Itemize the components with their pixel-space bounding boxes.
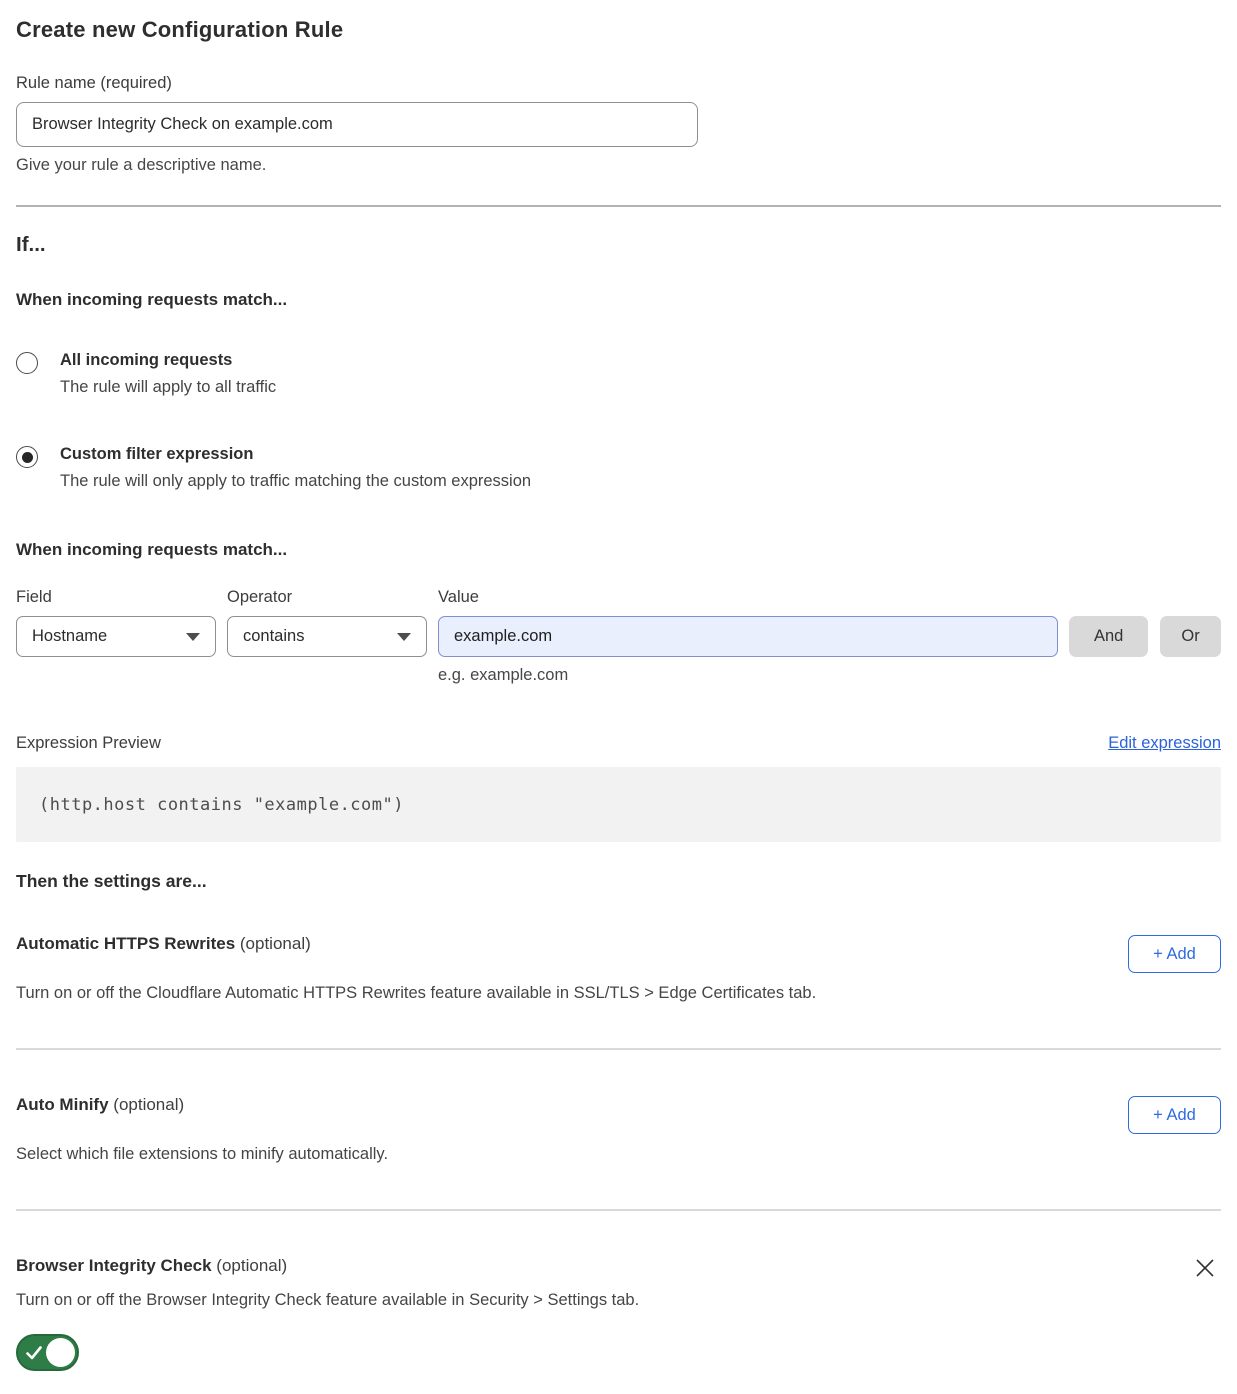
then-settings-heading: Then the settings are... [16, 871, 1221, 892]
optional-tag: (optional) [216, 1256, 287, 1275]
add-auto-minify-button[interactable]: + Add [1128, 1096, 1221, 1134]
radio-all-requests[interactable] [16, 352, 38, 374]
setting-title: Auto Minify (optional) [16, 1095, 184, 1115]
radio-all-requests-description: The rule will apply to all traffic [60, 378, 276, 397]
radio-option-all-requests[interactable]: All incoming requests The rule will appl… [16, 351, 1221, 397]
or-button[interactable]: Or [1160, 616, 1220, 657]
remove-browser-integrity-check-button[interactable] [1194, 1258, 1216, 1280]
toggle-knob [46, 1338, 75, 1367]
radio-custom-filter-description: The rule will only apply to traffic matc… [60, 472, 531, 491]
field-label: Field [16, 588, 227, 607]
field-select[interactable]: Hostname [16, 616, 216, 657]
radio-custom-filter[interactable] [16, 446, 38, 468]
value-input[interactable] [438, 616, 1058, 657]
setting-description: Turn on or off the Browser Integrity Che… [16, 1291, 1221, 1310]
page-title: Create new Configuration Rule [16, 17, 1221, 43]
optional-tag: (optional) [113, 1095, 184, 1114]
expression-preview-label: Expression Preview [16, 734, 161, 753]
setting-description: Turn on or off the Cloudflare Automatic … [16, 984, 1221, 1003]
rule-name-label: Rule name (required) [16, 74, 1221, 93]
setting-browser-integrity-check: Browser Integrity Check (optional) Turn … [16, 1256, 1221, 1376]
value-help: e.g. example.com [438, 666, 1221, 685]
radio-custom-filter-label: Custom filter expression [60, 445, 531, 464]
setting-auto-minify: Auto Minify (optional) + Add Select whic… [16, 1095, 1221, 1164]
optional-tag: (optional) [240, 934, 311, 953]
setting-description: Select which file extensions to minify a… [16, 1145, 1221, 1164]
rule-name-input[interactable] [16, 102, 698, 147]
radio-all-requests-label: All incoming requests [60, 351, 276, 370]
create-configuration-rule-form: Create new Configuration Rule Rule name … [0, 17, 1237, 1376]
browser-integrity-check-toggle[interactable] [16, 1334, 79, 1371]
operator-select-value: contains [243, 627, 304, 646]
close-icon [1195, 1258, 1215, 1278]
builder-heading: When incoming requests match... [16, 540, 1221, 560]
and-button[interactable]: And [1069, 616, 1148, 657]
setting-title: Automatic HTTPS Rewrites (optional) [16, 934, 311, 954]
check-icon [26, 1346, 42, 1360]
expression-preview-code: (http.host contains "example.com") [16, 767, 1221, 842]
section-divider [16, 1209, 1221, 1211]
setting-title: Browser Integrity Check (optional) [16, 1256, 287, 1276]
operator-select[interactable]: contains [227, 616, 427, 657]
edit-expression-link[interactable]: Edit expression [1108, 734, 1221, 753]
rule-name-help: Give your rule a descriptive name. [16, 156, 1221, 175]
value-label: Value [438, 588, 479, 607]
operator-label: Operator [227, 588, 438, 607]
match-subheading: When incoming requests match... [16, 290, 1221, 310]
radio-option-custom-filter[interactable]: Custom filter expression The rule will o… [16, 445, 1221, 491]
section-divider [16, 205, 1221, 207]
add-automatic-https-rewrites-button[interactable]: + Add [1128, 935, 1221, 973]
setting-automatic-https-rewrites: Automatic HTTPS Rewrites (optional) + Ad… [16, 934, 1221, 1003]
if-heading: If... [16, 233, 1221, 257]
chevron-down-icon [186, 633, 200, 641]
chevron-down-icon [397, 633, 411, 641]
field-select-value: Hostname [32, 627, 107, 646]
section-divider [16, 1048, 1221, 1050]
